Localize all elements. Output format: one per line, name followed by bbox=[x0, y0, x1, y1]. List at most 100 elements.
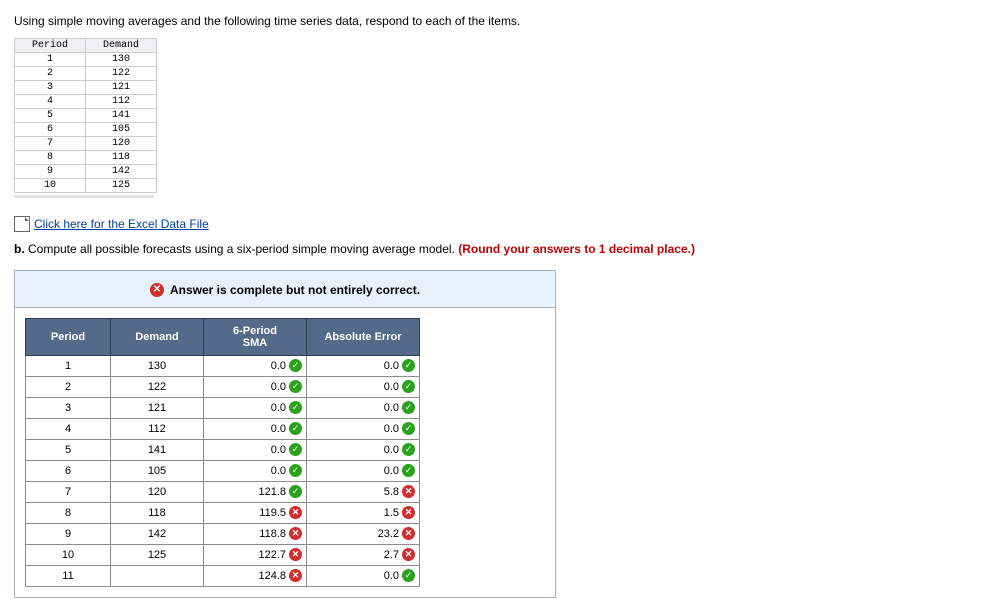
table-cell: 121 bbox=[86, 81, 157, 95]
cell-error: 0.0✓ bbox=[307, 460, 420, 481]
rounding-note: (Round your answers to 1 decimal place.) bbox=[458, 242, 695, 256]
cell-error: 0.0✓ bbox=[307, 355, 420, 376]
col-demand-header: Demand bbox=[86, 39, 157, 53]
check-icon: ✓ bbox=[289, 443, 302, 456]
cell-demand: 118 bbox=[111, 502, 204, 523]
part-b-body: Compute all possible forecasts using a s… bbox=[28, 242, 458, 256]
cell-period: 2 bbox=[26, 376, 111, 397]
cell-demand: 141 bbox=[111, 439, 204, 460]
cell-period: 6 bbox=[26, 460, 111, 481]
table-row: 8118119.5✕1.5✕ bbox=[26, 502, 420, 523]
cell-demand: 130 bbox=[111, 355, 204, 376]
table-row: 11300.0✓0.0✓ bbox=[26, 355, 420, 376]
check-icon: ✓ bbox=[289, 485, 302, 498]
header-demand: Demand bbox=[111, 318, 204, 355]
x-icon: ✕ bbox=[289, 569, 302, 582]
check-icon: ✓ bbox=[402, 569, 415, 582]
x-icon: ✕ bbox=[402, 485, 415, 498]
cell-period: 1 bbox=[26, 355, 111, 376]
banner-text: Answer is complete but not entirely corr… bbox=[170, 283, 420, 297]
cell-sma: 119.5✕ bbox=[204, 502, 307, 523]
table-cell: 142 bbox=[86, 165, 157, 179]
cell-error: 0.0✓ bbox=[307, 397, 420, 418]
x-icon: ✕ bbox=[289, 527, 302, 540]
check-icon: ✓ bbox=[402, 422, 415, 435]
table-cell: 125 bbox=[86, 179, 157, 193]
table-cell: 6 bbox=[15, 123, 86, 137]
table-cell: 9 bbox=[15, 165, 86, 179]
cell-error: 0.0✓ bbox=[307, 376, 420, 397]
cell-demand: 121 bbox=[111, 397, 204, 418]
header-sma: 6-PeriodSMA bbox=[204, 318, 307, 355]
cell-period: 4 bbox=[26, 418, 111, 439]
cell-period: 9 bbox=[26, 523, 111, 544]
cell-period: 5 bbox=[26, 439, 111, 460]
check-icon: ✓ bbox=[402, 443, 415, 456]
x-icon: ✕ bbox=[289, 548, 302, 561]
table-row: 9142118.8✕23.2✕ bbox=[26, 523, 420, 544]
table-row: 51410.0✓0.0✓ bbox=[26, 439, 420, 460]
cell-error: 23.2✕ bbox=[307, 523, 420, 544]
x-icon: ✕ bbox=[402, 506, 415, 519]
cell-period: 3 bbox=[26, 397, 111, 418]
table-cell: 1 bbox=[15, 53, 86, 67]
check-icon: ✓ bbox=[289, 422, 302, 435]
table-row: 31210.0✓0.0✓ bbox=[26, 397, 420, 418]
part-b-prefix: b. bbox=[14, 242, 28, 256]
check-icon: ✓ bbox=[402, 401, 415, 414]
table-cell: 112 bbox=[86, 95, 157, 109]
table-row: 11 124.8✕0.0✓ bbox=[26, 565, 420, 586]
x-icon: ✕ bbox=[289, 506, 302, 519]
check-icon: ✓ bbox=[289, 380, 302, 393]
cell-demand: 105 bbox=[111, 460, 204, 481]
question-prompt: Using simple moving averages and the fol… bbox=[14, 14, 992, 28]
cell-sma: 0.0✓ bbox=[204, 439, 307, 460]
table-cell: 118 bbox=[86, 151, 157, 165]
table-cell: 120 bbox=[86, 137, 157, 151]
check-icon: ✓ bbox=[289, 359, 302, 372]
cell-error: 1.5✕ bbox=[307, 502, 420, 523]
check-icon: ✓ bbox=[289, 464, 302, 477]
cell-demand: 112 bbox=[111, 418, 204, 439]
check-icon: ✓ bbox=[289, 401, 302, 414]
table-cell: 3 bbox=[15, 81, 86, 95]
table-row: 21220.0✓0.0✓ bbox=[26, 376, 420, 397]
table-cell: 4 bbox=[15, 95, 86, 109]
cell-error: 2.7✕ bbox=[307, 544, 420, 565]
cell-period: 7 bbox=[26, 481, 111, 502]
cell-error: 0.0✓ bbox=[307, 439, 420, 460]
part-b-text: b. Compute all possible forecasts using … bbox=[14, 242, 992, 256]
table-cell: 105 bbox=[86, 123, 157, 137]
table-cell: 2 bbox=[15, 67, 86, 81]
header-period: Period bbox=[26, 318, 111, 355]
cell-error: 0.0✓ bbox=[307, 418, 420, 439]
table-cell: 7 bbox=[15, 137, 86, 151]
header-error: Absolute Error bbox=[307, 318, 420, 355]
table-row: 7120121.8✓5.8✕ bbox=[26, 481, 420, 502]
table-row: 10125122.7✕2.7✕ bbox=[26, 544, 420, 565]
col-period-header: Period bbox=[15, 39, 86, 53]
answer-container: ✕ Answer is complete but not entirely co… bbox=[14, 270, 556, 598]
cell-sma: 0.0✓ bbox=[204, 460, 307, 481]
cell-period: 10 bbox=[26, 544, 111, 565]
cell-period: 11 bbox=[26, 565, 111, 586]
table-cell: 122 bbox=[86, 67, 157, 81]
cell-sma: 0.0✓ bbox=[204, 418, 307, 439]
table-cell: 8 bbox=[15, 151, 86, 165]
cell-demand: 142 bbox=[111, 523, 204, 544]
cell-error: 5.8✕ bbox=[307, 481, 420, 502]
data-table: Period Demand 11302122312141125141610571… bbox=[14, 38, 157, 193]
excel-data-link[interactable]: Click here for the Excel Data File bbox=[34, 217, 209, 231]
check-icon: ✓ bbox=[402, 464, 415, 477]
cell-sma: 124.8✕ bbox=[204, 565, 307, 586]
cell-error: 0.0✓ bbox=[307, 565, 420, 586]
table-row: 61050.0✓0.0✓ bbox=[26, 460, 420, 481]
x-icon: ✕ bbox=[402, 527, 415, 540]
cell-period: 8 bbox=[26, 502, 111, 523]
banner-x-icon: ✕ bbox=[150, 283, 164, 297]
table-cell: 141 bbox=[86, 109, 157, 123]
table-cell: 10 bbox=[15, 179, 86, 193]
table-cell: 5 bbox=[15, 109, 86, 123]
table-scrollbar[interactable] bbox=[14, 195, 154, 198]
file-icon bbox=[14, 216, 30, 232]
